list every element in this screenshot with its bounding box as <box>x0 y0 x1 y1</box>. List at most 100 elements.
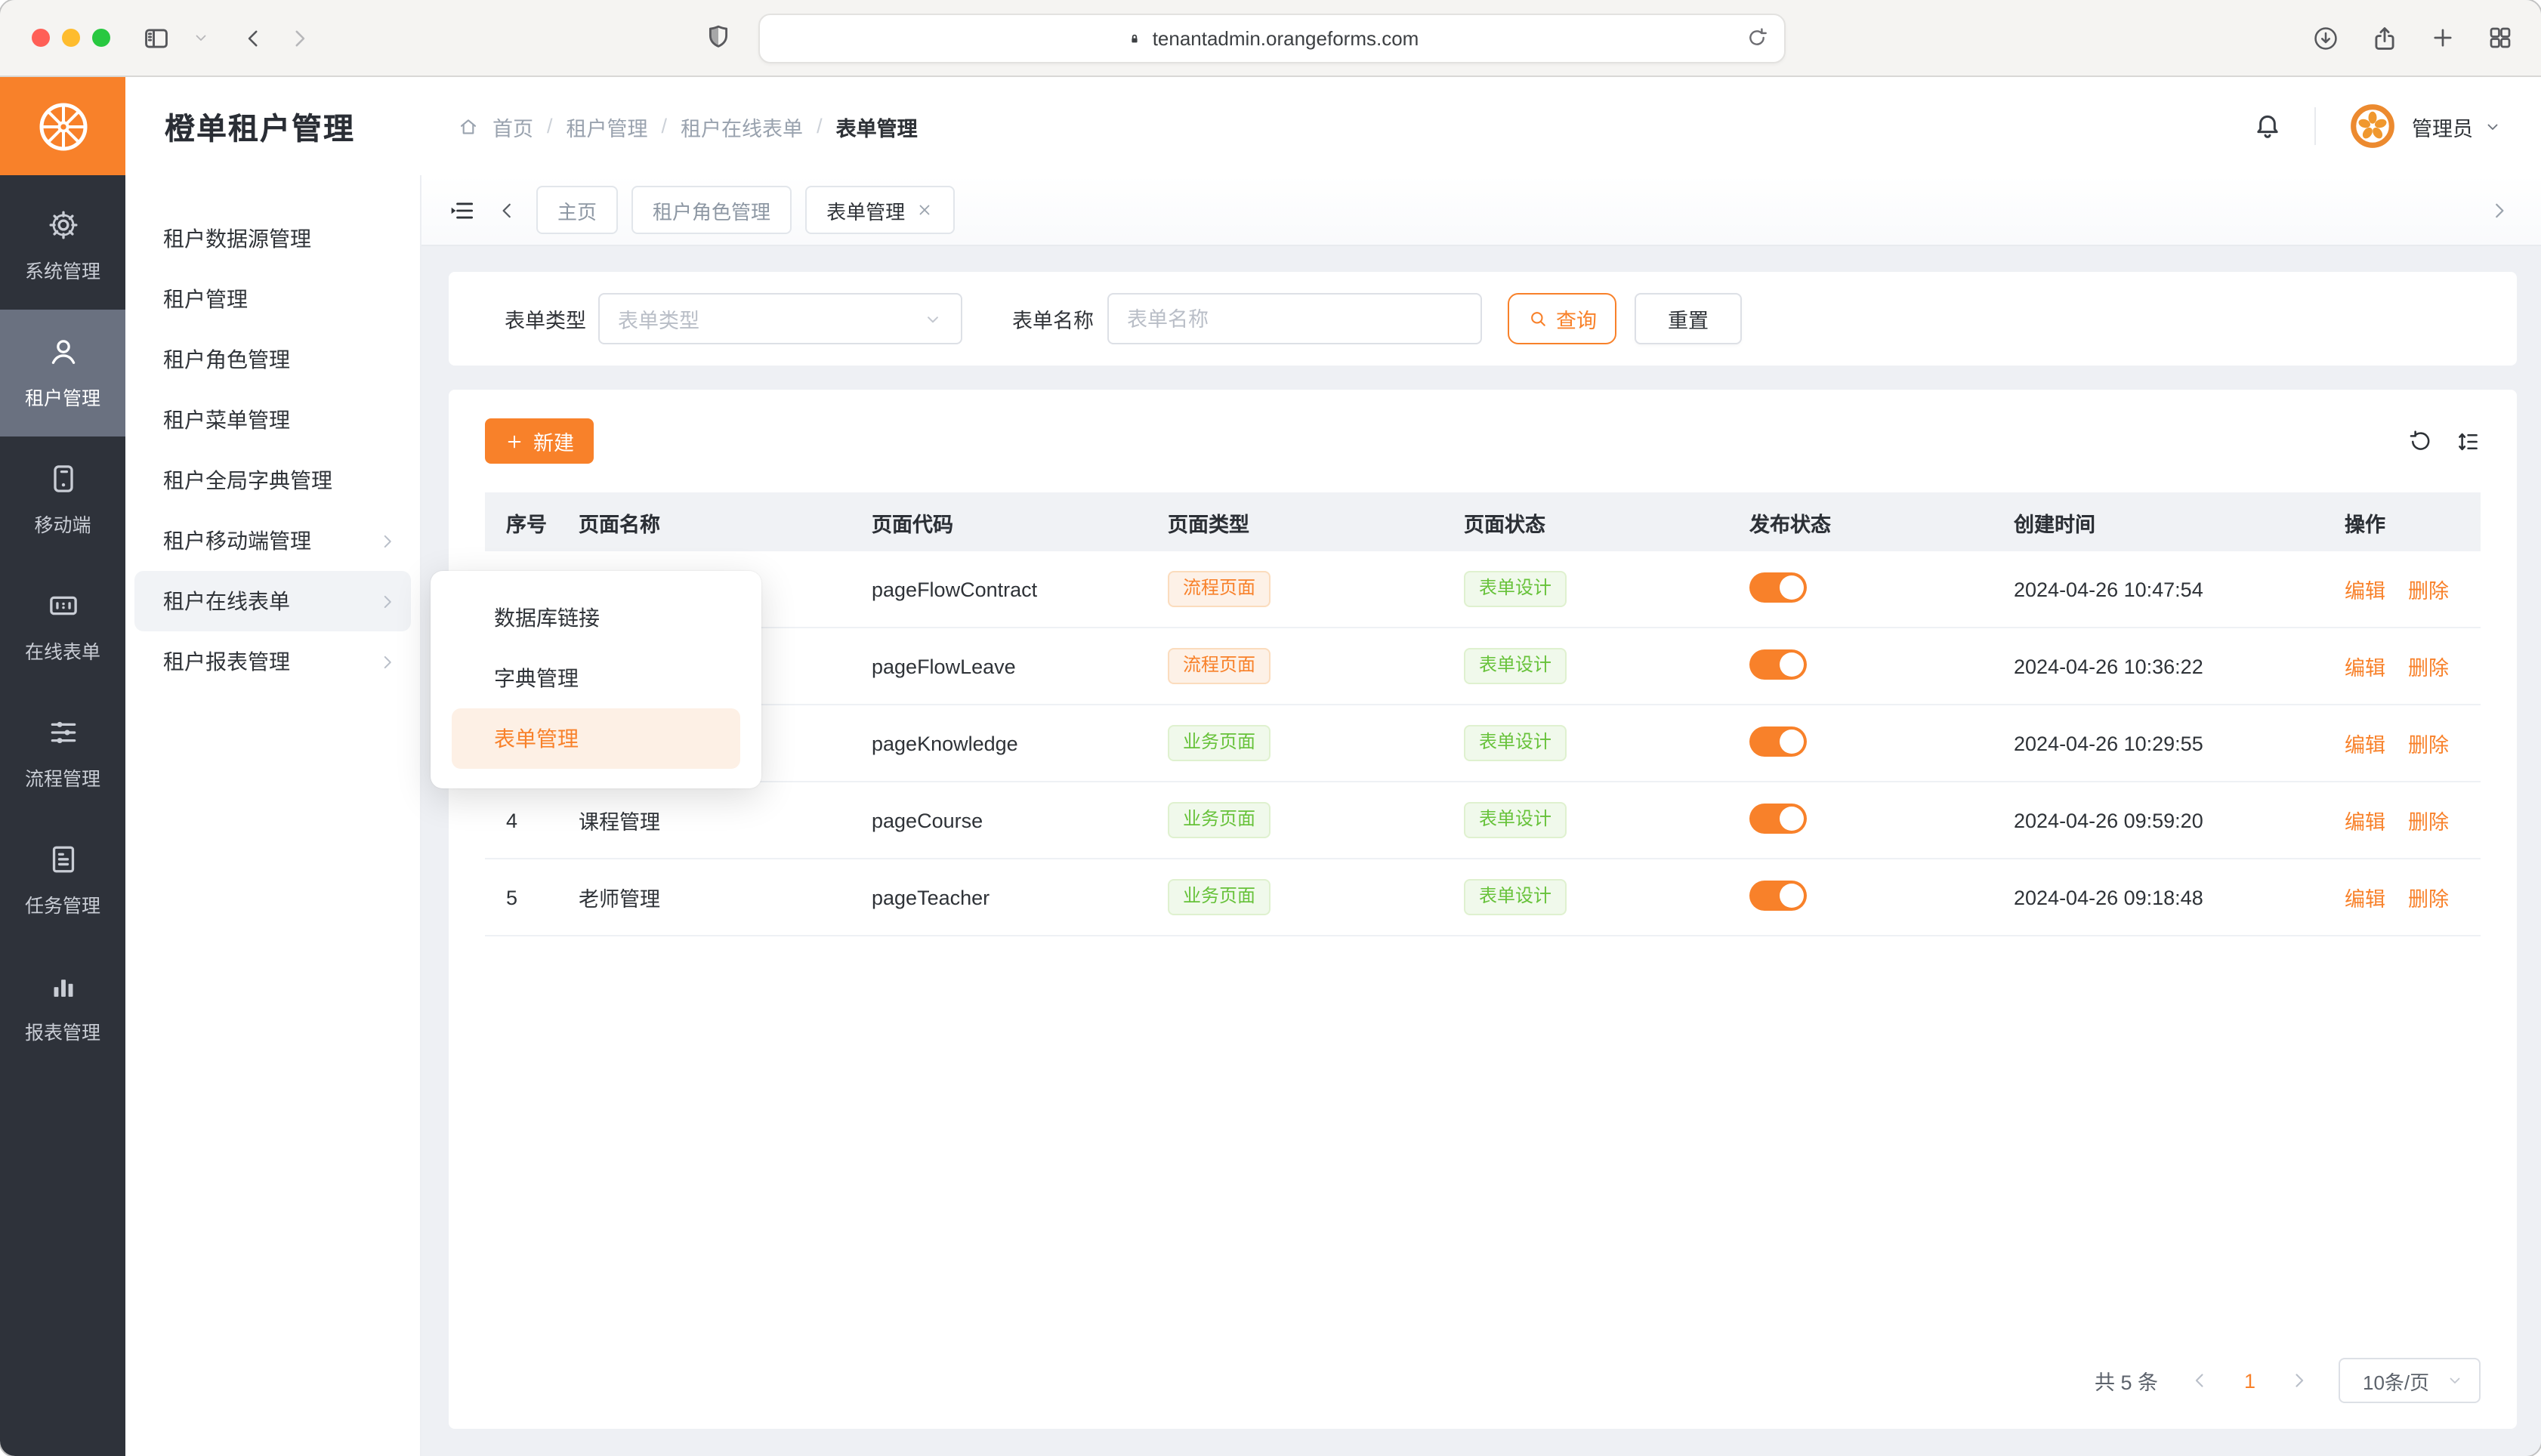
flyout-item[interactable]: 表单管理 <box>452 708 740 769</box>
edit-link[interactable]: 编辑 <box>2345 580 2385 603</box>
page-type-cell: 业务页面 <box>1147 879 1443 915</box>
page-name: 课程管理 <box>557 805 851 835</box>
page-size-select[interactable]: 10条/页 <box>2339 1358 2481 1403</box>
publish-toggle[interactable] <box>1749 572 1807 602</box>
chevron-right-icon <box>378 591 397 611</box>
privacy-shield-icon[interactable] <box>704 23 733 51</box>
flyout-item[interactable]: 字典管理 <box>431 648 761 708</box>
page-status-cell: 表单设计 <box>1443 648 1728 684</box>
user-menu-caret-icon[interactable] <box>2484 117 2502 135</box>
minimize-window-button[interactable] <box>62 29 80 47</box>
edit-link[interactable]: 编辑 <box>2345 888 2385 911</box>
forward-icon[interactable] <box>287 25 313 51</box>
tab-label: 租户角色管理 <box>653 196 770 224</box>
tab-item[interactable]: 主页 <box>536 186 618 234</box>
refresh-icon[interactable] <box>2408 428 2434 454</box>
rail-item-mobile[interactable]: 移动端 <box>0 436 125 563</box>
back-icon[interactable] <box>240 25 266 51</box>
rail-item-form[interactable]: 在线表单 <box>0 563 125 690</box>
flyout-item[interactable]: 数据库链接 <box>431 588 761 648</box>
collapse-menu-icon[interactable] <box>447 196 476 224</box>
page-type-tag: 业务页面 <box>1168 802 1270 838</box>
submenu-item[interactable]: 租户报表管理 <box>134 631 411 692</box>
breadcrumb-item[interactable]: 首页 <box>492 111 533 141</box>
page-status-tag: 表单设计 <box>1464 648 1567 684</box>
app-header: 橙单租户管理 首页/租户管理/租户在线表单/表单管理 管理员 <box>0 77 2541 175</box>
sidebar-toggle-icon[interactable] <box>142 23 171 52</box>
delete-link[interactable]: 删除 <box>2408 888 2449 911</box>
mobile-icon <box>46 462 79 495</box>
flyout-menu: 数据库链接字典管理表单管理 <box>431 571 761 788</box>
sliders-icon <box>46 716 79 749</box>
avatar[interactable] <box>2347 101 2397 151</box>
close-window-button[interactable] <box>32 29 50 47</box>
address-bar[interactable]: tenantadmin.orangeforms.com <box>758 14 1786 63</box>
tab-overview-icon[interactable] <box>2487 24 2514 51</box>
rail-item-label: 移动端 <box>34 509 91 538</box>
table-row: pageFlowLeave流程页面表单设计2024-04-26 10:36:22… <box>485 628 2481 705</box>
rail-item-sliders[interactable]: 流程管理 <box>0 690 125 817</box>
breadcrumb-item[interactable]: 租户在线表单 <box>681 111 803 141</box>
user-name[interactable]: 管理员 <box>2412 111 2473 141</box>
rail-item-label: 任务管理 <box>25 890 100 918</box>
submenu-item-label: 租户角色管理 <box>163 344 290 375</box>
publish-toggle[interactable] <box>1749 726 1807 756</box>
tabs-scroll-left-icon[interactable] <box>496 199 518 221</box>
submenu-item[interactable]: 租户角色管理 <box>134 329 411 390</box>
search-button[interactable]: 查询 <box>1508 293 1616 344</box>
submenu-item[interactable]: 租户菜单管理 <box>134 390 411 450</box>
row-actions: 编辑删除 <box>2323 574 2481 604</box>
publish-cell <box>1728 880 1993 915</box>
tab-active[interactable]: 表单管理 <box>805 186 955 234</box>
notification-bell-icon[interactable] <box>2252 111 2282 141</box>
filter-bar: 表单类型 表单类型 表单名称 查询 重置 <box>449 272 2517 366</box>
next-page-icon[interactable] <box>2289 1370 2310 1391</box>
tabs-scroll-right-icon[interactable] <box>2488 199 2511 221</box>
form-name-input[interactable] <box>1107 293 1482 344</box>
publish-toggle[interactable] <box>1749 880 1807 910</box>
page-type-cell: 业务页面 <box>1147 725 1443 761</box>
rail-item-tasks[interactable]: 任务管理 <box>0 817 125 944</box>
new-tab-icon[interactable] <box>2429 24 2456 51</box>
flyout-item-label: 表单管理 <box>494 723 579 754</box>
form-type-select[interactable]: 表单类型 <box>598 293 962 344</box>
rail-item-gear[interactable]: 系统管理 <box>0 183 125 310</box>
rail-item-user[interactable]: 租户管理 <box>0 310 125 436</box>
tab-item[interactable]: 租户角色管理 <box>631 186 792 234</box>
tab-label: 主页 <box>557 196 597 224</box>
row-index: 5 <box>485 886 557 908</box>
submenu-item[interactable]: 租户全局字典管理 <box>134 450 411 511</box>
close-icon[interactable] <box>915 201 934 219</box>
app-logo[interactable] <box>0 77 125 175</box>
submenu-item[interactable]: 租户管理 <box>134 269 411 329</box>
zoom-window-button[interactable] <box>92 29 110 47</box>
delete-link[interactable]: 删除 <box>2408 657 2449 680</box>
row-density-icon[interactable] <box>2455 428 2481 454</box>
submenu-item[interactable]: 租户移动端管理 <box>134 511 411 571</box>
edit-link[interactable]: 编辑 <box>2345 657 2385 680</box>
edit-link[interactable]: 编辑 <box>2345 734 2385 757</box>
chevron-down-icon[interactable] <box>192 29 210 47</box>
current-page[interactable]: 1 <box>2244 1369 2255 1392</box>
delete-link[interactable]: 删除 <box>2408 734 2449 757</box>
delete-link[interactable]: 删除 <box>2408 580 2449 603</box>
chevron-right-icon <box>378 652 397 671</box>
publish-toggle[interactable] <box>1749 649 1807 679</box>
publish-cell <box>1728 726 1993 760</box>
publish-toggle[interactable] <box>1749 803 1807 833</box>
chevron-right-icon <box>378 591 397 611</box>
create-button[interactable]: 新建 <box>485 418 594 464</box>
publish-cell <box>1728 572 1993 606</box>
rail-item-chart[interactable]: 报表管理 <box>0 944 125 1071</box>
edit-link[interactable]: 编辑 <box>2345 811 2385 834</box>
reload-icon[interactable] <box>1745 26 1769 50</box>
prev-page-icon[interactable] <box>2190 1370 2211 1391</box>
home-icon[interactable] <box>458 116 479 137</box>
share-icon[interactable] <box>2370 23 2399 52</box>
delete-link[interactable]: 删除 <box>2408 811 2449 834</box>
submenu-item[interactable]: 租户在线表单 <box>134 571 411 631</box>
submenu-item[interactable]: 租户数据源管理 <box>134 208 411 269</box>
reset-button[interactable]: 重置 <box>1635 293 1742 344</box>
downloads-icon[interactable] <box>2311 23 2340 52</box>
breadcrumb-item[interactable]: 租户管理 <box>567 111 648 141</box>
